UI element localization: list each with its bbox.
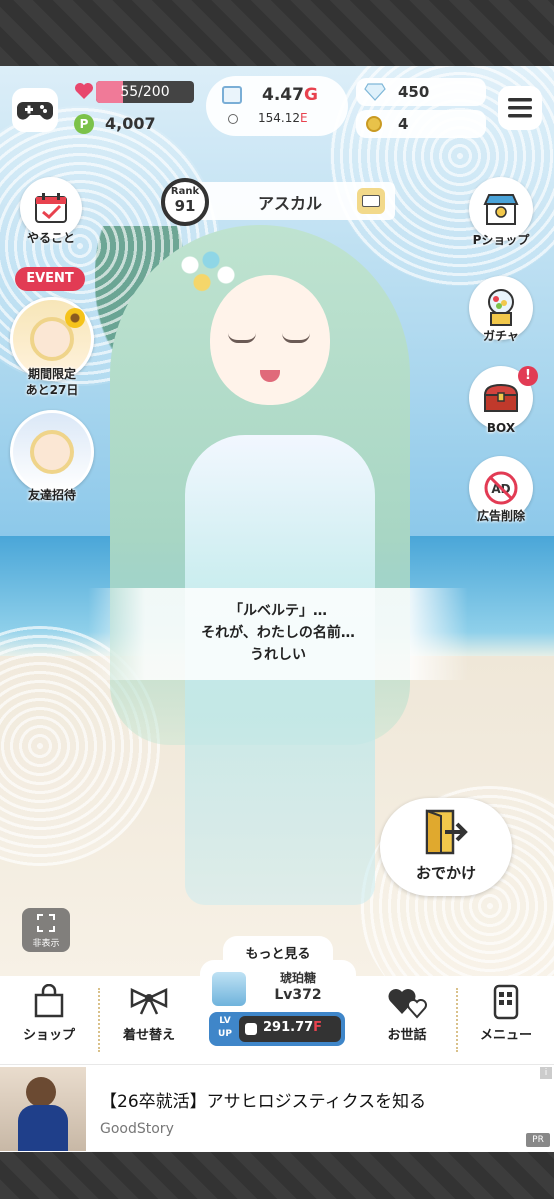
food-icon (245, 1023, 257, 1035)
energy-unit: E (300, 111, 308, 125)
hp-text: 55/200 (120, 84, 170, 100)
amber-candy-icon (212, 972, 246, 1006)
points-icon: P (74, 114, 94, 134)
home-indicator-area (0, 1152, 554, 1199)
calendar-icon (35, 193, 67, 223)
item-level: Lv372 (274, 987, 322, 1003)
nav-dressup[interactable]: 着せ替え (100, 976, 198, 1064)
energy-value: 154.12E (258, 111, 308, 125)
item-name: 琥珀糖 (279, 971, 316, 985)
currency-panel[interactable]: 4.47G 154.12E (206, 76, 348, 136)
ad-image[interactable] (0, 1067, 86, 1151)
outing-label: おでかけ (415, 864, 476, 882)
hamburger-icon (508, 98, 532, 118)
dialogue-line-2: それが、わたしの名前… (201, 625, 355, 641)
nav-shop[interactable]: ショップ (0, 976, 98, 1064)
diamond-icon (364, 83, 386, 101)
ad-info-icon[interactable]: i (540, 1067, 552, 1079)
lvup-cost-unit: F (313, 1020, 323, 1035)
nav-care-label: お世話 (387, 1028, 427, 1043)
invite-friends-button[interactable] (10, 410, 94, 494)
character-name: アスカル (257, 194, 322, 213)
outing-button[interactable]: おでかけ (380, 798, 512, 896)
ad-pr-badge: PR (526, 1133, 550, 1147)
todo-label: やること (26, 231, 75, 245)
gacha-machine-icon (488, 289, 514, 326)
hamburger-menu-button[interactable] (498, 86, 542, 130)
nav-menu-label: メニュー (479, 1028, 532, 1043)
ad-source: GoodStory (100, 1121, 174, 1137)
coin-icon (366, 116, 382, 132)
invite-character-portrait (30, 430, 74, 474)
ad-title[interactable]: 【26卒就活】アサヒロジスティクスを知る (100, 1087, 426, 1112)
nav-dressup-label: 着せ替え (122, 1028, 175, 1043)
no-ads-icon: AD (484, 471, 518, 505)
remove-ads-label: 広告削除 (476, 509, 525, 523)
gold-unit: G (303, 85, 318, 105)
rank-badge: Rank 91 (161, 178, 209, 226)
lvup-tag: LV UP (214, 1015, 236, 1041)
energy-number: 154.12 (258, 111, 300, 125)
controller-button[interactable] (12, 88, 58, 132)
box-notification-badge: ! (518, 366, 538, 386)
bottom-nav: ショップ 着せ替え 琥珀糖 Lv372 LV UP 291.77F お世話 メニ… (0, 960, 554, 1064)
ribbon-bow-icon (130, 988, 168, 1015)
shop-building-icon (483, 194, 519, 225)
coins-value: 4 (398, 115, 409, 133)
hide-frame-icon (37, 914, 55, 932)
character-eye (228, 333, 256, 343)
gamepad-icon (17, 102, 53, 120)
door-exit-icon (425, 809, 468, 855)
shopping-bag-icon (34, 984, 64, 1018)
lvup-cost-box: 291.77F (239, 1016, 341, 1042)
points-value: 4,007 (105, 114, 156, 133)
sunflower-icon (65, 308, 85, 328)
item-levelup-panel[interactable]: 琥珀糖 Lv372 LV UP 291.77F (200, 960, 356, 1064)
ad-banner[interactable]: 【26卒就活】アサヒロジスティクスを知る GoodStory PR i (0, 1064, 554, 1152)
hair-flowers (178, 245, 238, 295)
ad-person-head (26, 1077, 56, 1107)
profile-card-icon[interactable] (357, 188, 385, 214)
lvup-cost-number: 291.77 (263, 1020, 314, 1035)
rank-value: 91 (174, 197, 196, 215)
smartphone-icon (493, 984, 519, 1020)
box-label: BOX (486, 421, 516, 435)
id-card-icon (362, 195, 380, 207)
lvup-label-2: UP (218, 1029, 232, 1039)
hide-ui-button[interactable]: 非表示 (22, 908, 70, 952)
gems-value: 450 (398, 83, 430, 101)
status-bar-area (0, 0, 554, 66)
dialogue-line-3: うれしい (250, 647, 306, 663)
lvup-cost: 291.77F (263, 1020, 322, 1035)
hearts-icon (388, 989, 427, 1019)
dialogue-line-1: 「ルベルテ」… (229, 603, 327, 619)
character-eye (282, 333, 310, 343)
pshop-label: Pショップ (472, 233, 530, 247)
hide-ui-label: 非表示 (32, 939, 60, 949)
gold-number: 4.47 (262, 85, 304, 105)
nav-menu[interactable]: メニュー (458, 976, 554, 1064)
ad-person-body (18, 1105, 68, 1151)
dialogue-box[interactable]: 「ルベルテ」… それが、わたしの名前… うれしい (88, 588, 468, 680)
nav-care[interactable]: お世話 (358, 976, 456, 1064)
energy-icon (228, 114, 238, 124)
limited-label-line1: 期間限定 (27, 367, 76, 381)
level-up-button[interactable]: LV UP 291.77F (209, 1012, 345, 1046)
gems-panel[interactable]: 450 (356, 78, 486, 106)
gold-value: 4.47G (262, 85, 318, 105)
heart-icon (75, 83, 93, 99)
treasure-chest-icon (483, 383, 519, 412)
lvup-label-1: LV (219, 1016, 231, 1026)
gold-cube-icon (222, 86, 242, 104)
invite-friends-label: 友達招待 (27, 488, 76, 502)
limited-event-label: 期間限定 あと27日 (10, 366, 94, 398)
limited-label-line2: あと27日 (25, 383, 79, 397)
coins-panel[interactable]: 4 (356, 110, 486, 138)
character-name-bar[interactable]: アスカル (190, 182, 395, 220)
nav-shop-label: ショップ (22, 1028, 75, 1043)
hp-bar: 55/200 (96, 81, 194, 103)
character-mouth (260, 370, 280, 382)
event-tag: EVENT (15, 267, 85, 291)
gacha-label: ガチャ (483, 329, 519, 343)
